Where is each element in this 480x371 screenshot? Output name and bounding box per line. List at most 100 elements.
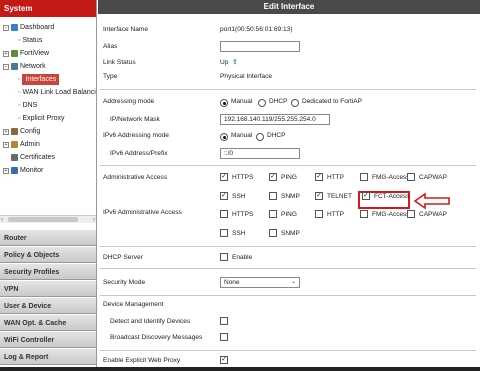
addressing-fortiap-radio[interactable] [291,99,299,107]
tree-item-explicit-proxy[interactable]: ▫ Explicit Proxy [18,113,65,124]
horizontal-scrollbar[interactable]: ‹ › [0,215,96,223]
section-security-profiles[interactable]: Security Profiles [0,263,96,280]
divider [100,165,476,166]
detect-devices-label: Detect and Identify Devices [110,318,191,325]
ipv6-address-input[interactable]: ::/0 [220,148,300,159]
ipv6-ssh-checkbox[interactable] [220,229,228,237]
explicit-proxy-checkbox[interactable]: ✓ [220,356,228,364]
navigation-tree: − Dashboard ▫ Status + FortiView − Network ▫… [0,17,96,217]
monitor-icon [11,167,18,174]
tree-item-monitor[interactable]: + Monitor [3,165,43,176]
link-status-value: Up [220,59,229,66]
scroll-left-icon[interactable]: ‹ [1,216,3,224]
security-mode-label: Security Mode [103,279,146,286]
divider [100,268,476,269]
section-vpn[interactable]: VPN [0,280,96,297]
admin-ping-checkbox[interactable]: ✓ [269,173,277,181]
dashboard-icon [11,24,18,31]
admin-https-checkbox[interactable]: ✓ [220,173,228,181]
device-management-label: Device Management [103,301,164,308]
admin-icon [11,141,18,148]
addressing-dhcp-radio[interactable] [258,99,266,107]
admin-snmp-label: SNMP [281,193,300,200]
ipv6-snmp-label: SNMP [281,230,300,237]
section-user-device[interactable]: User & Device [0,297,96,314]
addressing-fortiap-label: Dedicated to FortiAP [302,98,362,105]
admin-fmg-checkbox[interactable] [360,173,368,181]
tree-item-wan-link-load-balancing[interactable]: ▫ WAN Link Load Balancing [18,87,96,98]
tree-item-fortiview[interactable]: + FortiView [3,48,49,59]
expand-icon[interactable]: + [3,167,9,174]
admin-ssh-label: SSH [232,193,246,200]
system-section-header[interactable]: System [0,0,96,17]
alias-label: Alias [103,43,118,50]
expand-icon[interactable]: + [3,128,9,135]
broadcast-discovery-checkbox[interactable] [220,333,228,341]
dhcp-server-enable-label: Enable [232,254,253,261]
edit-interface-panel: Edit Interface Interface Name port1(00:5… [98,0,480,371]
tree-item-dns[interactable]: ▫ DNS [18,100,37,111]
ipv6-capwap-checkbox[interactable] [407,210,415,218]
ip-mask-input[interactable]: 192.168.140.119/255.255.254.0 [220,114,330,125]
ipv6-manual-label: Manual [231,132,253,139]
tree-item-network[interactable]: − Network [3,61,46,72]
interface-name-label: Interface Name [103,26,149,33]
detect-devices-checkbox[interactable] [220,317,228,325]
ipv6-https-checkbox[interactable] [220,210,228,218]
ipv6-address-label: IPv6 Address/Prefix [110,150,168,157]
section-router[interactable]: Router [0,229,96,246]
red-arrow-icon [413,192,450,210]
admin-access-label: Administrative Access [103,174,168,181]
admin-http-label: HTTP [327,174,344,181]
ipv6-manual-radio[interactable] [220,133,228,141]
admin-ssh-checkbox[interactable]: ✓ [220,192,228,200]
ipv6-ping-checkbox[interactable] [269,210,277,218]
section-policy-objects[interactable]: Policy & Objects [0,246,96,263]
tree-item-config[interactable]: + Config [3,126,40,137]
divider [100,350,476,351]
security-mode-select[interactable]: None ⌄ [220,277,300,288]
admin-capwap-checkbox[interactable] [407,173,415,181]
section-wifi-controller[interactable]: WiFi Controller [0,331,96,348]
admin-telnet-label: TELNET [327,193,352,200]
certificate-icon [11,154,18,161]
admin-fct-access-label: FCT-Access [374,193,410,200]
alias-input[interactable] [220,41,300,52]
dhcp-server-label: DHCP Server [103,254,143,261]
ipv6-ssh-label: SSH [232,230,246,237]
expand-icon[interactable]: + [3,141,9,148]
collapse-icon[interactable]: − [3,63,9,70]
admin-http-checkbox[interactable]: ✓ [315,173,323,181]
scrollbar-thumb[interactable] [8,217,78,222]
tree-item-status[interactable]: ▫ Status [18,35,42,46]
ipv6-fmg-label: FMG-Access [372,211,410,218]
collapse-icon[interactable]: − [3,24,9,31]
admin-snmp-checkbox[interactable] [269,192,277,200]
ipv6-http-label: HTTP [327,211,344,218]
expand-icon[interactable]: + [3,50,9,57]
ipv6-snmp-checkbox[interactable] [269,229,277,237]
ipv6-ping-label: PING [281,211,297,218]
admin-fct-access-checkbox[interactable]: ✓ [362,192,370,200]
dhcp-server-checkbox[interactable] [220,253,228,261]
scroll-right-icon[interactable]: › [93,216,95,224]
admin-telnet-checkbox[interactable]: ✓ [315,192,323,200]
addressing-manual-radio[interactable] [220,99,228,107]
ipv6-dhcp-radio[interactable] [256,133,264,141]
ipv6-http-checkbox[interactable] [315,210,323,218]
admin-https-label: HTTPS [232,174,254,181]
tree-item-interfaces[interactable]: ▫ Interfaces [18,74,60,85]
interface-name-value: port1(00:50:56:01:69:13) [220,26,293,33]
fortiview-icon [11,50,18,57]
tree-item-admin[interactable]: + Admin [3,139,40,150]
addressing-mode-label: Addressing mode [103,98,155,105]
addressing-manual-label: Manual [231,98,253,105]
ipv6-https-label: HTTPS [232,211,254,218]
section-wan-opt-cache[interactable]: WAN Opt. & Cache [0,314,96,331]
divider [100,295,476,296]
tree-item-certificates[interactable]: Certificates [11,152,55,163]
section-log-report[interactable]: Log & Report [0,348,96,365]
ipv6-fmg-checkbox[interactable] [360,210,368,218]
navigation-sidebar: System − Dashboard ▫ Status + FortiView − Ne… [0,0,97,371]
tree-item-dashboard[interactable]: − Dashboard [3,22,54,33]
